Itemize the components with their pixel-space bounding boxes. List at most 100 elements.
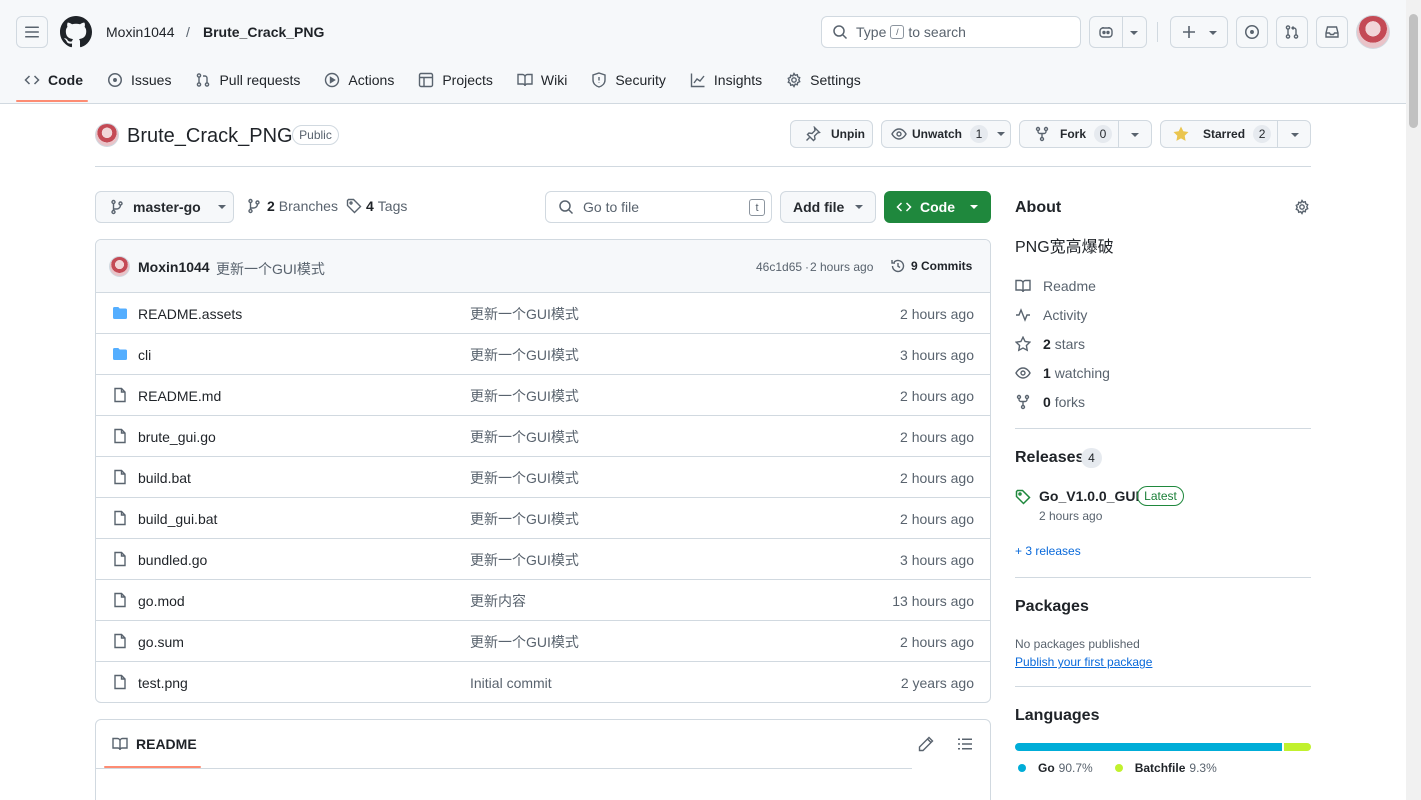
chevron-down-icon[interactable] [1130,131,1140,139]
releases-heading[interactable]: Releases [1015,448,1084,468]
pull-request-icon [1284,24,1300,40]
file-commit-message[interactable]: 更新内容 [470,592,526,610]
chevron-down-icon[interactable] [1290,131,1300,139]
about-activity-link[interactable]: Activity [1015,306,1087,324]
file-row[interactable]: bundled.go 更新一个GUI模式 3 hours ago [96,539,990,580]
file-commit-message[interactable]: Initial commit [470,674,552,692]
language-item[interactable]: Batchfile 9.3% [1114,761,1217,775]
tab-settings[interactable]: Settings [778,60,869,100]
menu-button[interactable] [16,16,48,48]
unpin-button[interactable]: Unpin [790,120,873,148]
breadcrumb-owner[interactable]: Moxin1044 [106,23,175,41]
page-scrollbar[interactable] [1406,0,1421,800]
file-name[interactable]: go.mod [138,592,185,610]
list-icon[interactable] [957,736,973,752]
file-name[interactable]: bundled.go [138,551,207,569]
more-releases-link[interactable]: + 3 releases [1015,544,1081,558]
file-name[interactable]: README.assets [138,305,242,323]
starred-button[interactable]: Starred 2 [1160,120,1311,148]
code-button[interactable]: Code [884,191,991,223]
file-commit-message[interactable]: 更新一个GUI模式 [470,551,579,569]
file-name[interactable]: go.sum [138,633,184,651]
file-commit-message[interactable]: 更新一个GUI模式 [470,510,579,528]
commits-link[interactable]: 9 Commits [890,258,972,274]
tab-pull-requests[interactable]: Pull requests [187,60,308,100]
github-logo-icon[interactable] [60,16,92,48]
shield-icon [591,72,607,88]
commit-author-avatar[interactable] [109,256,130,277]
repo-owner-avatar[interactable] [95,123,119,147]
file-commit-time: 2 years ago [900,675,974,691]
file-name[interactable]: build_gui.bat [138,510,217,528]
about-watching-link[interactable]: 1 watching [1015,364,1110,382]
pull-requests-button[interactable] [1276,16,1308,48]
file-name[interactable]: brute_gui.go [138,428,216,446]
tab-security[interactable]: Security [583,60,674,100]
file-icon [112,633,128,649]
user-avatar[interactable] [1356,15,1390,49]
copilot-button[interactable] [1089,16,1147,48]
file-commit-message[interactable]: 更新一个GUI模式 [470,428,579,446]
commit-message[interactable]: 更新一个GUI模式 [216,259,325,279]
file-commit-message[interactable]: 更新一个GUI模式 [470,305,579,323]
issues-button[interactable] [1236,16,1268,48]
about-readme-link[interactable]: Readme [1015,277,1096,295]
tab-actions[interactable]: Actions [316,60,402,100]
commit-author[interactable]: Moxin1044 [138,259,210,275]
file-commit-message[interactable]: 更新一个GUI模式 [470,633,579,651]
chevron-down-icon[interactable] [1129,29,1139,37]
file-row[interactable]: README.assets 更新一个GUI模式 2 hours ago [96,293,990,334]
tab-code[interactable]: Code [16,60,91,100]
tags-link[interactable]: 4 Tags [346,198,407,214]
add-file-button[interactable]: Add file [780,191,876,223]
search-input[interactable]: Type / to search [821,16,1081,48]
packages-heading[interactable]: Packages [1015,597,1089,617]
file-commit-time: 13 hours ago [892,593,974,609]
file-row[interactable]: README.md 更新一个GUI模式 2 hours ago [96,375,990,416]
language-dot-icon [1018,764,1026,772]
branch-select[interactable]: master-go [95,191,234,223]
language-item[interactable]: Go 90.7% [1018,761,1093,775]
readme-tab[interactable]: README [112,736,197,752]
scrollbar-thumb[interactable] [1409,14,1418,128]
file-name[interactable]: README.md [138,387,221,405]
file-commit-message[interactable]: 更新一个GUI模式 [470,346,579,364]
file-row[interactable]: test.png Initial commit 2 years ago [96,662,990,702]
breadcrumb-repo[interactable]: Brute_Crack_PNG [203,23,324,41]
language-list: Go 90.7% Batchfile 9.3% [1018,761,1217,775]
tab-projects[interactable]: Projects [410,60,501,100]
go-to-file-input[interactable]: Go to file t [545,191,772,223]
tab-issues[interactable]: Issues [99,60,179,100]
inbox-button[interactable] [1316,16,1348,48]
commit-hash[interactable]: 46c1d65 [756,260,802,274]
unwatch-button[interactable]: Unwatch 1 [881,120,1011,148]
file-row[interactable]: cli 更新一个GUI模式 3 hours ago [96,334,990,375]
publish-package-link[interactable]: Publish your first package [1015,655,1152,669]
tab-insights[interactable]: Insights [682,60,770,100]
file-commit-message[interactable]: 更新一个GUI模式 [470,387,579,405]
gear-icon[interactable] [1294,199,1310,215]
branches-link[interactable]: 2 Branches [246,198,338,214]
fork-count: 0 [1094,125,1113,143]
repo-title[interactable]: Brute_Crack_PNG [127,124,293,148]
create-new-button[interactable] [1170,16,1228,48]
file-commit-message[interactable]: 更新一个GUI模式 [470,469,579,487]
file-commit-time: 2 hours ago [900,306,974,322]
pencil-icon[interactable] [918,736,934,752]
file-name[interactable]: build.bat [138,469,191,487]
tab-wiki[interactable]: Wiki [509,60,575,100]
about-stars-link[interactable]: 2 stars [1015,335,1085,353]
language-percent: 9.3% [1189,761,1217,775]
fork-button[interactable]: Fork 0 [1019,120,1152,148]
file-row[interactable]: brute_gui.go 更新一个GUI模式 2 hours ago [96,416,990,457]
pulse-icon [1015,307,1031,323]
about-forks-link[interactable]: 0 forks [1015,393,1085,411]
file-row[interactable]: build.bat 更新一个GUI模式 2 hours ago [96,457,990,498]
file-row[interactable]: go.mod 更新内容 13 hours ago [96,580,990,621]
play-icon [324,72,340,88]
file-name[interactable]: cli [138,346,151,364]
file-row[interactable]: go.sum 更新一个GUI模式 2 hours ago [96,621,990,662]
file-name[interactable]: test.png [138,674,188,692]
file-row[interactable]: build_gui.bat 更新一个GUI模式 2 hours ago [96,498,990,539]
release-tag[interactable]: Go_V1.0.0_GUI [1039,488,1139,504]
